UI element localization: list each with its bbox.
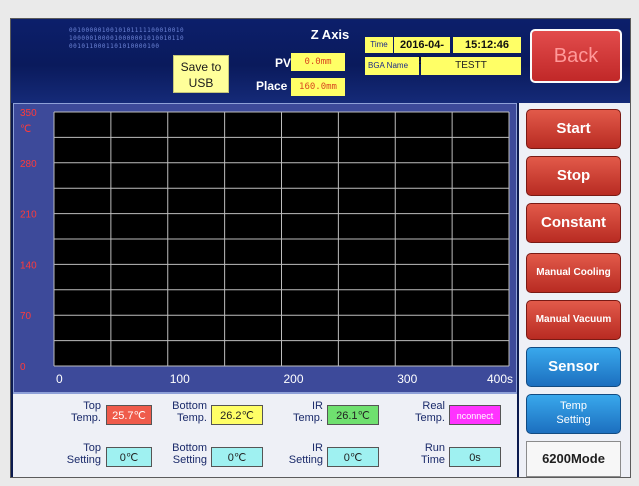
y-tick-label: 140	[20, 260, 37, 271]
x-tick-label: 400	[487, 372, 507, 386]
top-setting-label: Top Setting	[66, 442, 101, 466]
place-label: Place	[256, 79, 288, 93]
clock-display: 15:12:46	[453, 37, 521, 53]
place-value[interactable]: 160.0mm	[291, 78, 345, 96]
pv-value: 0.0mm	[291, 53, 345, 71]
mode-display: 6200Mode	[526, 441, 621, 477]
x-tick-label: 100	[170, 372, 190, 386]
x-tick-label: 300	[397, 372, 417, 386]
y-tick-label: 210	[20, 210, 37, 221]
hmi-screen: 0010000010010101111100010010 10000010000…	[10, 18, 631, 478]
y-tick-label: 0	[20, 362, 26, 373]
temp-setting-button[interactable]: Temp Setting	[526, 394, 621, 434]
chart-svg: 0 70 140 210 280 350 ℃ 0 100 200 300 400 s	[20, 108, 513, 386]
date-display: 2016-04-26	[394, 37, 450, 67]
ir-setting-label: IR Setting	[288, 442, 323, 466]
bga-name-value[interactable]: TESTT	[421, 57, 521, 75]
binary-line: 0010000010010101111100010010	[69, 27, 185, 34]
top-setting-value[interactable]: 0℃	[106, 447, 152, 467]
binary-line: 0010110001101010000100	[69, 43, 160, 50]
ir-temp-label: IR Temp.	[293, 400, 323, 424]
run-time-value: 0s	[449, 447, 501, 467]
x-unit-label: s	[507, 372, 513, 386]
binary-decoration: 0010000010010101111100010010 10000010000…	[69, 27, 239, 57]
header: 0010000010010101111100010010 10000010000…	[11, 19, 630, 103]
constant-button[interactable]: Constant	[526, 203, 621, 243]
sensor-button[interactable]: Sensor	[526, 347, 621, 387]
y-unit-label: ℃	[20, 124, 31, 135]
y-tick-label: 70	[20, 311, 32, 322]
back-button[interactable]: Back	[530, 29, 622, 83]
y-tick-label: 280	[20, 159, 37, 170]
z-axis-title: Z Axis	[310, 27, 350, 42]
ir-setting-value[interactable]: 0℃	[327, 447, 379, 467]
x-tick-label: 0	[56, 372, 63, 386]
bottom-temp-label: Bottom Temp.	[172, 400, 207, 424]
top-temp-value: 25.7℃	[106, 405, 152, 425]
binary-line: 1000001000010000001010010110	[69, 35, 185, 42]
real-temp-value: nconnect	[449, 405, 501, 425]
temperature-chart: 0 70 140 210 280 350 ℃ 0 100 200 300 400 s	[13, 103, 517, 393]
time-label: Time	[365, 37, 393, 53]
save-to-usb-button[interactable]: Save to USB	[173, 55, 229, 93]
bottom-setting-value[interactable]: 0℃	[211, 447, 263, 467]
y-tick-label: 350	[20, 108, 37, 119]
temperature-panel: Top Temp. 25.7℃ Bottom Temp. 26.2℃ IR Te…	[13, 393, 517, 477]
run-time-label: Run Time	[420, 442, 445, 466]
pv-label: PV	[275, 56, 292, 70]
start-button[interactable]: Start	[526, 109, 621, 149]
manual-cooling-button[interactable]: Manual Cooling	[526, 253, 621, 293]
top-temp-label: Top Temp.	[71, 400, 101, 424]
bottom-temp-value: 26.2℃	[211, 405, 263, 425]
ir-temp-value: 26.1℃	[327, 405, 379, 425]
real-temp-label: Real Temp.	[415, 400, 445, 424]
x-tick-label: 200	[284, 372, 304, 386]
stop-button[interactable]: Stop	[526, 156, 621, 196]
manual-vacuum-button[interactable]: Manual Vacuum	[526, 300, 621, 340]
bottom-setting-label: Bottom Setting	[172, 442, 207, 466]
control-sidebar: Start Stop Constant Manual Cooling Manua…	[519, 103, 630, 477]
bga-name-label: BGA Name	[365, 57, 419, 75]
monitor-bezel: 0010000010010101111100010010 10000010000…	[0, 0, 639, 486]
